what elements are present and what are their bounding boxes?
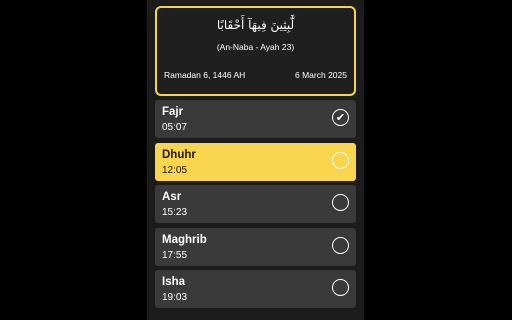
prayer-row-maghrib[interactable]: Maghrib 17:55 bbox=[155, 227, 356, 266]
verse-reference: (An-Naba - Ayah 23) bbox=[216, 42, 295, 52]
hijri-date: Ramadan 6, 1446 AH bbox=[164, 70, 246, 80]
gregorian-date: 6 March 2025 bbox=[295, 70, 347, 80]
check-circle-icon[interactable] bbox=[332, 279, 349, 296]
check-circle-icon[interactable]: ✔ bbox=[332, 109, 349, 126]
prayer-row-isha[interactable]: Isha 19:03 bbox=[155, 270, 356, 308]
verse-card: لَّٰبِثِينَ فِيهَآ أَحْقَابًا (An-Naba -… bbox=[155, 6, 356, 96]
prayer-app: لَّٰبِثِينَ فِيهَآ أَحْقَابًا (An-Naba -… bbox=[147, 0, 364, 320]
prayer-name: Fajr bbox=[162, 106, 184, 118]
prayer-name: Maghrib bbox=[162, 233, 207, 246]
prayer-name: Isha bbox=[162, 276, 186, 288]
prayer-name: Asr bbox=[162, 191, 182, 203]
check-circle-icon[interactable] bbox=[332, 151, 349, 169]
prayer-time: 19:03 bbox=[162, 292, 188, 303]
prayer-row-dhuhr[interactable]: Dhuhr 12:05 bbox=[155, 142, 356, 181]
prayer-time: 17:55 bbox=[162, 249, 188, 261]
arabic-verse: لَّٰبِثِينَ فِيهَآ أَحْقَابًا bbox=[216, 18, 295, 32]
prayer-time: 15:23 bbox=[162, 207, 188, 218]
prayer-row-asr[interactable]: Asr 15:23 bbox=[155, 185, 356, 223]
prayer-name: Dhuhr bbox=[162, 148, 196, 161]
prayer-list: Fajr 05:07 ✔ Dhuhr 12:05 Asr 15:23 Maghr… bbox=[155, 100, 356, 313]
prayer-time: 12:05 bbox=[162, 164, 188, 176]
check-circle-icon[interactable] bbox=[332, 194, 349, 211]
check-circle-icon[interactable] bbox=[332, 236, 349, 254]
prayer-row-fajr[interactable]: Fajr 05:07 ✔ bbox=[155, 100, 356, 138]
prayer-time: 05:07 bbox=[162, 122, 188, 133]
